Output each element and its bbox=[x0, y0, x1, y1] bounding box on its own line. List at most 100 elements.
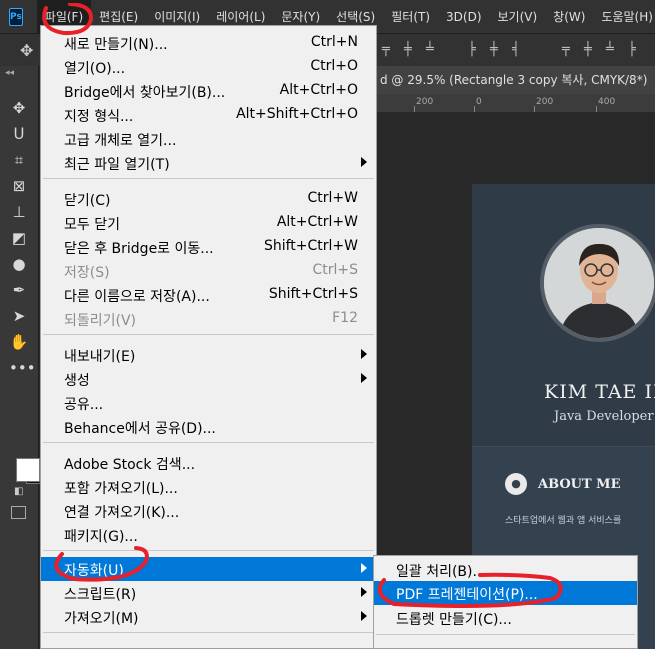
path-selection-tool-icon[interactable]: ➤ bbox=[9, 306, 29, 326]
hand-tool-icon[interactable]: ✋ bbox=[9, 332, 29, 352]
menu-item-shortcut: F12 bbox=[332, 310, 358, 326]
menu-item-open-smart-object[interactable]: 고급 개체로 열기... bbox=[41, 127, 376, 151]
submenu-item-label: 일괄 처리(B)... bbox=[396, 564, 486, 580]
distribute-middle-icon[interactable]: ╪ bbox=[584, 42, 593, 57]
menu-item-label: Adobe Stock 검색... bbox=[64, 457, 196, 473]
quick-mask-icon[interactable] bbox=[11, 506, 26, 519]
profile-photo bbox=[540, 224, 655, 342]
menu-item-label: 스크립트(R) bbox=[64, 587, 137, 603]
file-menu-dropdown: 새로 만들기(N)... Ctrl+N 열기(O)... Ctrl+O Bridge… bbox=[40, 25, 377, 649]
align-top-icon[interactable]: ╤ bbox=[382, 42, 391, 57]
menu-filter[interactable]: 필터(T) bbox=[383, 0, 438, 34]
crop-tool-icon[interactable]: ⌗ bbox=[9, 150, 29, 170]
menu-item-open-as[interactable]: 지정 형식... Alt+Shift+Ctrl+O bbox=[41, 103, 376, 127]
collapse-icon[interactable]: ◂◂ bbox=[5, 68, 14, 78]
menu-item-label: Behance에서 공유(D)... bbox=[64, 421, 216, 437]
menu-item-label: 되돌리기(V) bbox=[64, 313, 137, 329]
menu-item-close-go-bridge[interactable]: 닫은 후 Bridge로 이동... Shift+Ctrl+W bbox=[41, 235, 376, 259]
menu-item-shortcut: Alt+Shift+Ctrl+O bbox=[236, 106, 358, 122]
submenu-item-batch[interactable]: 일괄 처리(B)... bbox=[374, 558, 637, 582]
submenu-arrow-icon bbox=[361, 563, 367, 573]
menu-separator bbox=[43, 178, 374, 179]
align-center-icon[interactable]: ╪ bbox=[490, 42, 499, 57]
menu-item-revert[interactable]: 되돌리기(V) F12 bbox=[41, 307, 376, 331]
stamp-tool-icon[interactable]: ⊥ bbox=[9, 202, 29, 222]
menu-item-open[interactable]: 열기(O)... Ctrl+O bbox=[41, 55, 376, 79]
horizontal-ruler: 200 0 200 400 bbox=[376, 94, 655, 113]
menu-separator bbox=[43, 632, 374, 633]
submenu-item-label: PDF 프레젠테이션(P)... bbox=[396, 587, 538, 603]
submenu-arrow-icon bbox=[361, 349, 367, 359]
profile-name: KIM TAE IN bbox=[544, 381, 655, 403]
eraser-tool-icon[interactable]: ◩ bbox=[9, 228, 29, 248]
menu-item-place-linked[interactable]: 연결 가져오기(K)... bbox=[41, 499, 376, 523]
menu-item-label: 닫기(C) bbox=[64, 193, 111, 209]
distribute-bottom-icon[interactable]: ╧ bbox=[606, 42, 615, 57]
align-right-icon[interactable]: ╡ bbox=[512, 42, 521, 57]
menu-item-place-embedded[interactable]: 포함 가져오기(L)... bbox=[41, 475, 376, 499]
menu-item-export[interactable]: 내보내기(E) bbox=[41, 343, 376, 367]
menu-item-save[interactable]: 저장(S) Ctrl+S bbox=[41, 259, 376, 283]
menu-item-adobe-stock[interactable]: Adobe Stock 검색... bbox=[41, 451, 376, 475]
menu-item-shortcut: Shift+Ctrl+W bbox=[263, 238, 358, 254]
document-tab[interactable]: d @ 29.5% (Rectangle 3 copy 복사, CMYK/8*) bbox=[376, 66, 655, 94]
menu-item-label: 지정 형식... bbox=[64, 109, 134, 125]
lasso-tool-icon[interactable]: ᑌ bbox=[9, 124, 29, 144]
align-left-icon[interactable]: ╞ bbox=[468, 42, 477, 57]
menu-item-automate[interactable]: 자동화(U) bbox=[41, 557, 376, 581]
menu-help[interactable]: 도움말(H) bbox=[593, 0, 655, 34]
menu-3d[interactable]: 3D(D) bbox=[438, 0, 489, 34]
ruler-tick: 200 bbox=[416, 97, 434, 107]
menu-view[interactable]: 보기(V) bbox=[490, 0, 546, 34]
menu-item-label: 가져오기(M) bbox=[64, 611, 139, 627]
menu-item-new[interactable]: 새로 만들기(N)... Ctrl+N bbox=[41, 31, 376, 55]
pen-tool-icon[interactable]: ✒ bbox=[9, 280, 29, 300]
menu-item-label: 패키지(G)... bbox=[64, 529, 138, 545]
menu-item-generate[interactable]: 생성 bbox=[41, 367, 376, 391]
menu-item-import[interactable]: 가져오기(M) bbox=[41, 605, 376, 629]
foreground-color-swatch[interactable] bbox=[16, 458, 40, 482]
move-tool-icon[interactable]: ✥ bbox=[9, 98, 29, 118]
menu-item-label: 자동화(U) bbox=[64, 563, 124, 579]
menu-item-shortcut: Alt+Ctrl+O bbox=[279, 82, 358, 98]
menu-item-label: 모두 닫기 bbox=[64, 217, 120, 233]
menu-item-package[interactable]: 패키지(G)... bbox=[41, 523, 376, 547]
align-middle-icon[interactable]: ╪ bbox=[404, 42, 413, 57]
distribute-top-icon[interactable]: ╤ bbox=[562, 42, 571, 57]
ruler-tick: 400 bbox=[598, 97, 616, 107]
submenu-item-create-droplet[interactable]: 드롭렛 만들기(C)... bbox=[374, 606, 637, 630]
menu-item-browse-bridge[interactable]: Bridge에서 찾아보기(B)... Alt+Ctrl+O bbox=[41, 79, 376, 103]
align-bottom-icon[interactable]: ╧ bbox=[426, 42, 435, 57]
menu-separator bbox=[43, 442, 374, 443]
profile-role: Java Developer bbox=[554, 409, 654, 424]
menu-item-label: 고급 개체로 열기... bbox=[64, 133, 177, 149]
blur-tool-icon[interactable]: ● bbox=[9, 254, 29, 274]
menu-item-label: 포함 가져오기(L)... bbox=[64, 481, 178, 497]
more-tools-icon[interactable]: ••• bbox=[9, 358, 36, 378]
menu-item-close-all[interactable]: 모두 닫기 Alt+Ctrl+W bbox=[41, 211, 376, 235]
menu-item-save-as[interactable]: 다른 이름으로 저장(A)... Shift+Ctrl+S bbox=[41, 283, 376, 307]
menu-item-shortcut: Ctrl+S bbox=[312, 262, 358, 278]
move-tool-icon[interactable]: ✥ bbox=[20, 41, 33, 60]
ruler-tick: 200 bbox=[536, 97, 554, 107]
frame-tool-icon[interactable]: ⊠ bbox=[9, 176, 29, 196]
user-icon: ● bbox=[505, 473, 527, 495]
menu-item-close[interactable]: 닫기(C) Ctrl+W bbox=[41, 187, 376, 211]
person-illustration bbox=[544, 228, 654, 338]
menu-item-label: Bridge에서 찾아보기(B)... bbox=[64, 85, 226, 101]
submenu-item-pdf-presentation[interactable]: PDF 프레젠테이션(P)... bbox=[374, 581, 637, 605]
submenu-item-label: 드롭렛 만들기(C)... bbox=[396, 612, 512, 628]
menu-item-open-recent[interactable]: 최근 파일 열기(T) bbox=[41, 151, 376, 175]
menu-item-label: 닫은 후 Bridge로 이동... bbox=[64, 241, 214, 257]
menu-item-share-behance[interactable]: Behance에서 공유(D)... bbox=[41, 415, 376, 439]
menu-item-shortcut: Ctrl+N bbox=[310, 34, 358, 50]
menu-item-label: 공유... bbox=[64, 397, 104, 413]
menu-item-shortcut: Ctrl+W bbox=[307, 190, 358, 206]
menu-item-scripts[interactable]: 스크립트(R) bbox=[41, 581, 376, 605]
menu-item-share[interactable]: 공유... bbox=[41, 391, 376, 415]
menu-item-shortcut: Ctrl+O bbox=[310, 58, 358, 74]
distribute-left-icon[interactable]: ╞ bbox=[628, 42, 637, 57]
default-colors-icon[interactable]: ◧ bbox=[14, 486, 23, 497]
menu-window[interactable]: 창(W) bbox=[545, 0, 593, 34]
menu-separator bbox=[43, 334, 374, 335]
